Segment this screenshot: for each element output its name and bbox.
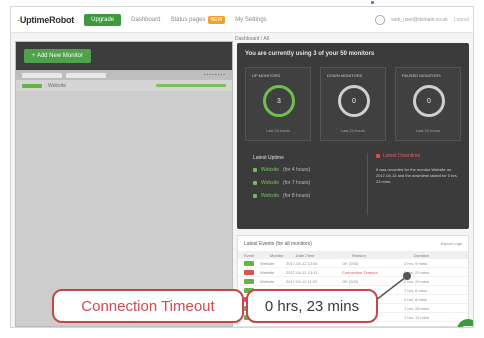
duration-callout: 0 hrs, 23 mins: [246, 289, 378, 323]
callout-leader-line: [375, 272, 411, 301]
connection-timeout-callout: Connection Timeout: [52, 289, 244, 323]
